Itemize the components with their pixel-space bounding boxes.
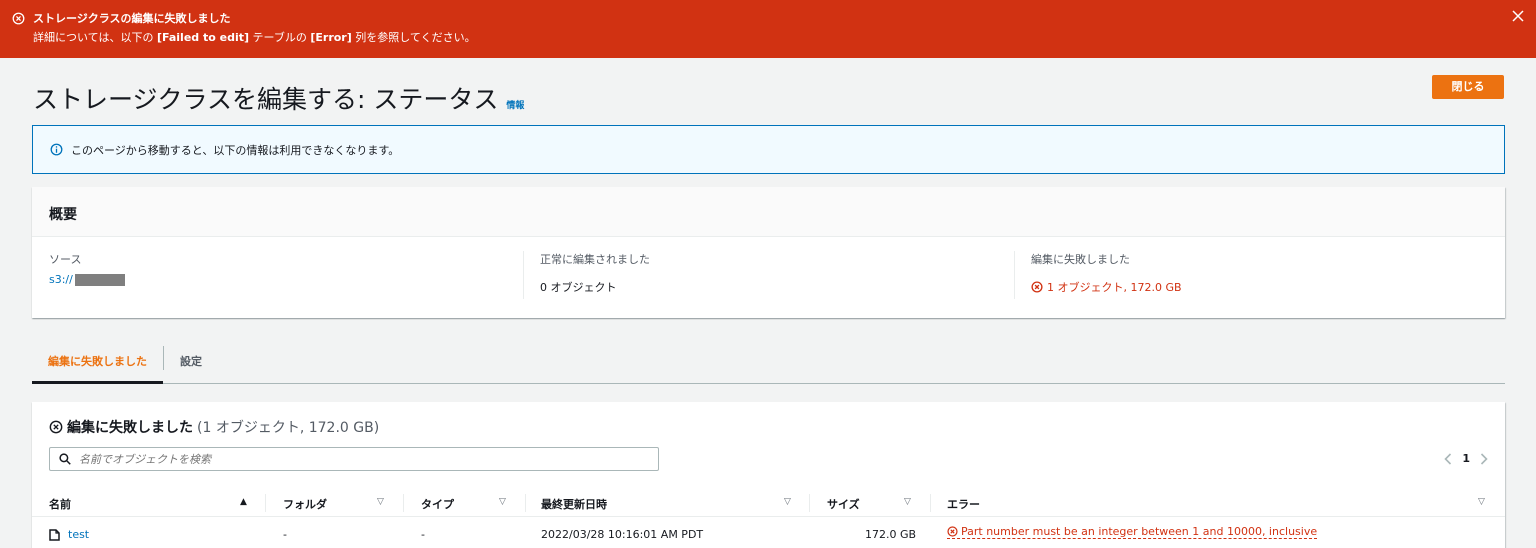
object-name-cell[interactable]: test	[49, 528, 89, 541]
table-heading: 編集に失敗しました (1 オブジェクト, 172.0 GB)	[49, 417, 379, 437]
redacted-bucket-name	[74, 273, 125, 286]
summary-container: 概要 ソース s3:// 正常に編集されました 0 オブジェクト 編集に失敗しま…	[32, 187, 1505, 318]
error-message[interactable]: Part number must be an integer between 1…	[961, 525, 1317, 538]
flash-body-tab-ref: [Failed to edit]	[156, 31, 250, 44]
column-header-last-modified[interactable]: 最終更新日時	[541, 496, 607, 512]
error-circle-icon	[947, 526, 958, 537]
source-label: ソース	[49, 253, 82, 266]
sort-icon[interactable]: ▽	[784, 497, 791, 507]
flash-body-suffix: 列を参照してください。	[355, 31, 476, 44]
tab-failed-to-edit[interactable]: 編集に失敗しました	[32, 343, 163, 384]
info-alert-text: このページから移動すると、以下の情報は利用できなくなります。	[71, 143, 400, 157]
close-icon	[1512, 10, 1524, 22]
info-icon	[50, 143, 63, 156]
info-alert: このページから移動すると、以下の情報は利用できなくなります。	[32, 125, 1505, 174]
dismiss-flash-button[interactable]	[1512, 10, 1524, 25]
last-modified-cell: 2022/03/28 10:16:01 AM PDT	[541, 528, 704, 541]
error-circle-icon	[1031, 281, 1043, 293]
table-count: (1 オブジェクト, 172.0 GB)	[197, 420, 380, 436]
column-header-type[interactable]: タイプ	[421, 496, 454, 512]
search-icon	[59, 453, 71, 465]
type-cell: -	[421, 528, 425, 541]
column-divider	[265, 494, 266, 512]
pagination: 1	[1444, 452, 1488, 465]
close-button[interactable]: 閉じる	[1432, 75, 1504, 99]
column-header-folder[interactable]: フォルダ	[283, 496, 327, 512]
error-flash-banner: ストレージクラスの編集に失敗しました 詳細については、以下の [Failed t…	[0, 0, 1536, 58]
sort-icon[interactable]: ▽	[1478, 497, 1485, 507]
sort-icon[interactable]: ▽	[499, 497, 506, 507]
page-title: ストレージクラスを編集する: ステータス	[33, 85, 499, 114]
sort-ascending-icon[interactable]: ▲	[240, 497, 247, 507]
summary-source: ソース s3://	[32, 251, 523, 295]
table-title: 編集に失敗しました	[67, 420, 193, 436]
search-field[interactable]	[49, 447, 659, 471]
folder-cell: -	[283, 528, 287, 541]
chevron-left-icon[interactable]	[1444, 452, 1452, 465]
success-value: 0 オブジェクト	[540, 281, 617, 294]
chevron-right-icon[interactable]	[1480, 452, 1488, 465]
success-label: 正常に編集されました	[540, 253, 650, 266]
failed-label: 編集に失敗しました	[1031, 253, 1130, 266]
page-number[interactable]: 1	[1462, 452, 1470, 465]
failed-value-text: 1 オブジェクト, 172.0 GB	[1047, 281, 1182, 294]
column-divider	[403, 494, 404, 512]
summary-failed: 編集に失敗しました 1 オブジェクト, 172.0 GB	[1014, 251, 1505, 299]
table-header-row: 名前 ▲ フォルダ ▽ タイプ ▽ 最終更新日時 ▽ サイズ ▽ エラー ▽	[32, 490, 1505, 517]
flash-title: ストレージクラスの編集に失敗しました	[12, 10, 1524, 26]
tab-settings[interactable]: 設定	[164, 343, 218, 383]
size-cell: 172.0 GB	[865, 528, 917, 541]
column-header-name[interactable]: 名前	[49, 496, 71, 512]
failed-objects-table: 編集に失敗しました (1 オブジェクト, 172.0 GB) 1 名前 ▲ フォ…	[32, 402, 1505, 548]
info-link[interactable]: 情報	[506, 98, 524, 111]
search-input[interactable]	[79, 452, 639, 466]
error-circle-icon	[12, 12, 25, 24]
error-cell[interactable]: Part number must be an integer between 1…	[947, 525, 1318, 539]
file-icon	[49, 528, 60, 541]
flash-body-col-ref: [Error]	[310, 31, 352, 44]
error-circle-icon	[49, 420, 63, 434]
failed-value: 1 オブジェクト, 172.0 GB	[1031, 279, 1505, 295]
flash-body-mid: テーブルの	[252, 31, 307, 44]
source-link[interactable]: s3://	[49, 273, 523, 286]
flash-body-prefix: 詳細については、以下の	[33, 31, 154, 44]
column-divider	[525, 494, 526, 512]
object-name-link[interactable]: test	[68, 528, 89, 541]
column-divider	[930, 494, 931, 512]
summary-success: 正常に編集されました 0 オブジェクト	[523, 251, 1014, 299]
sort-icon[interactable]: ▽	[377, 497, 384, 507]
sort-icon[interactable]: ▽	[904, 497, 911, 507]
summary-header: 概要	[32, 187, 1505, 237]
column-header-size[interactable]: サイズ	[827, 496, 860, 512]
column-header-error[interactable]: エラー	[947, 496, 980, 512]
table-row: test - - 2022/03/28 10:16:01 AM PDT 172.…	[32, 520, 1505, 548]
page-header: ストレージクラスを編集する: ステータス 情報	[33, 80, 524, 116]
flash-title-text: ストレージクラスの編集に失敗しました	[33, 12, 231, 25]
column-divider	[809, 494, 810, 512]
source-value[interactable]: s3://	[49, 273, 73, 286]
tabs: 編集に失敗しました 設定	[32, 343, 1505, 384]
flash-message: 詳細については、以下の [Failed to edit] テーブルの [Erro…	[33, 29, 1524, 45]
